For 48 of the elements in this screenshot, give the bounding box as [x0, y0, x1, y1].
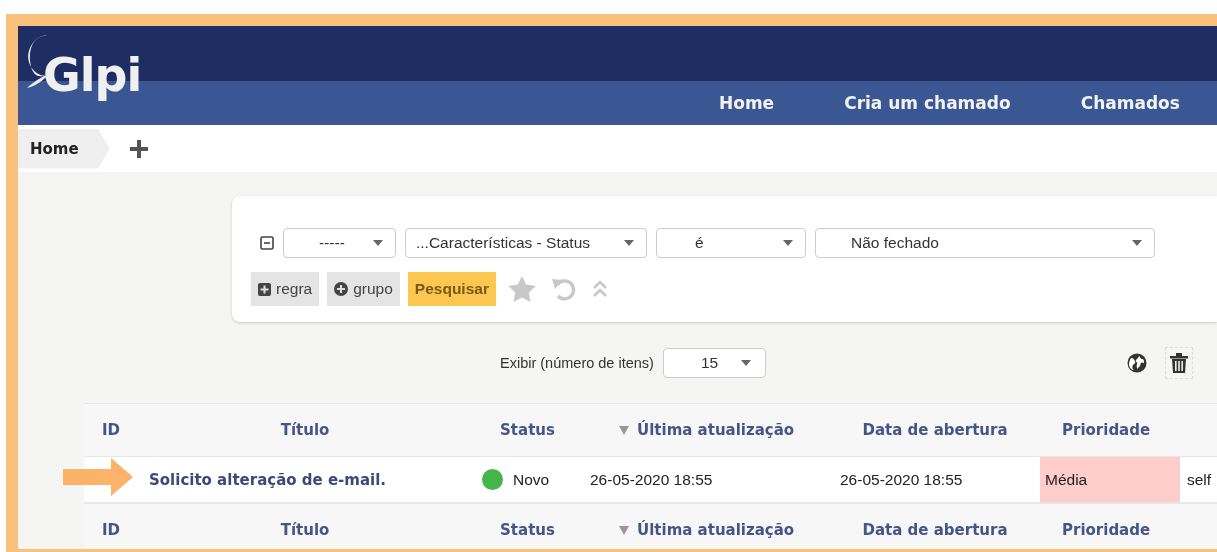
- collapse-icon[interactable]: [260, 236, 274, 250]
- nav-link[interactable]: Cria um chamado: [844, 93, 1011, 113]
- nav-link[interactable]: Chamados: [1080, 93, 1180, 113]
- plus-circle-icon: [334, 282, 349, 296]
- add-group-button[interactable]: grupo: [327, 272, 400, 306]
- caret-icon: [1132, 240, 1142, 246]
- add-rule-button[interactable]: regra: [251, 272, 320, 306]
- column-header[interactable]: Última atualização: [585, 421, 830, 439]
- column-header[interactable]: Título: [140, 421, 470, 439]
- column-header[interactable]: ID: [84, 521, 140, 539]
- sort-icon[interactable]: [619, 525, 629, 535]
- column-header[interactable]: Prioridade: [1040, 421, 1180, 439]
- breadcrumb-item[interactable]: Home: [18, 128, 110, 169]
- dropdown[interactable]: ...Características - Status: [405, 228, 647, 258]
- column-header[interactable]: ID: [84, 421, 140, 439]
- table-cell-text: 26-05-2020 18:55: [589, 470, 714, 489]
- dropdown[interactable]: Não fechado: [815, 228, 1155, 258]
- search-button[interactable]: Pesquisar: [407, 272, 496, 306]
- dropdown[interactable]: é: [656, 228, 806, 258]
- undo-icon[interactable]: [551, 276, 576, 302]
- dropdown[interactable]: -----: [283, 228, 396, 258]
- column-header[interactable]: Prioridade: [1040, 521, 1180, 539]
- sort-icon[interactable]: [619, 425, 629, 435]
- caret-icon: [740, 360, 751, 366]
- annotation-arrow: [63, 458, 133, 496]
- column-header[interactable]: Status: [470, 421, 585, 439]
- double-chevron-up-icon[interactable]: [591, 280, 608, 298]
- globe-icon[interactable]: [1126, 353, 1147, 373]
- items-per-page-dropdown[interactable]: 15: [662, 348, 766, 378]
- plus-square-icon: [258, 282, 271, 296]
- column-header[interactable]: Última atualização: [585, 521, 830, 539]
- priority-cell: Média: [1040, 457, 1180, 502]
- caret-icon: [624, 240, 634, 246]
- caret-icon: [373, 240, 383, 246]
- column-header[interactable]: Status: [470, 521, 585, 539]
- caret-icon: [783, 240, 793, 246]
- nav-link[interactable]: Home: [719, 93, 775, 113]
- table-cell-text: 26-05-2020 18:55: [839, 470, 964, 489]
- star-icon[interactable]: [507, 276, 536, 302]
- ticket-title-link[interactable]: Solicito alteração de e-mail.: [140, 470, 470, 489]
- items-per-page-label: Exibir (número de itens): [500, 355, 654, 371]
- column-header[interactable]: Data de abertura: [830, 421, 1040, 439]
- column-header[interactable]: Data de abertura: [830, 521, 1040, 539]
- trash-icon[interactable]: [1169, 353, 1188, 373]
- status-text: Novo: [513, 470, 550, 489]
- column-header[interactable]: Título: [140, 521, 470, 539]
- table-cell-text: self: [1186, 470, 1213, 489]
- plus-icon[interactable]: [130, 139, 148, 158]
